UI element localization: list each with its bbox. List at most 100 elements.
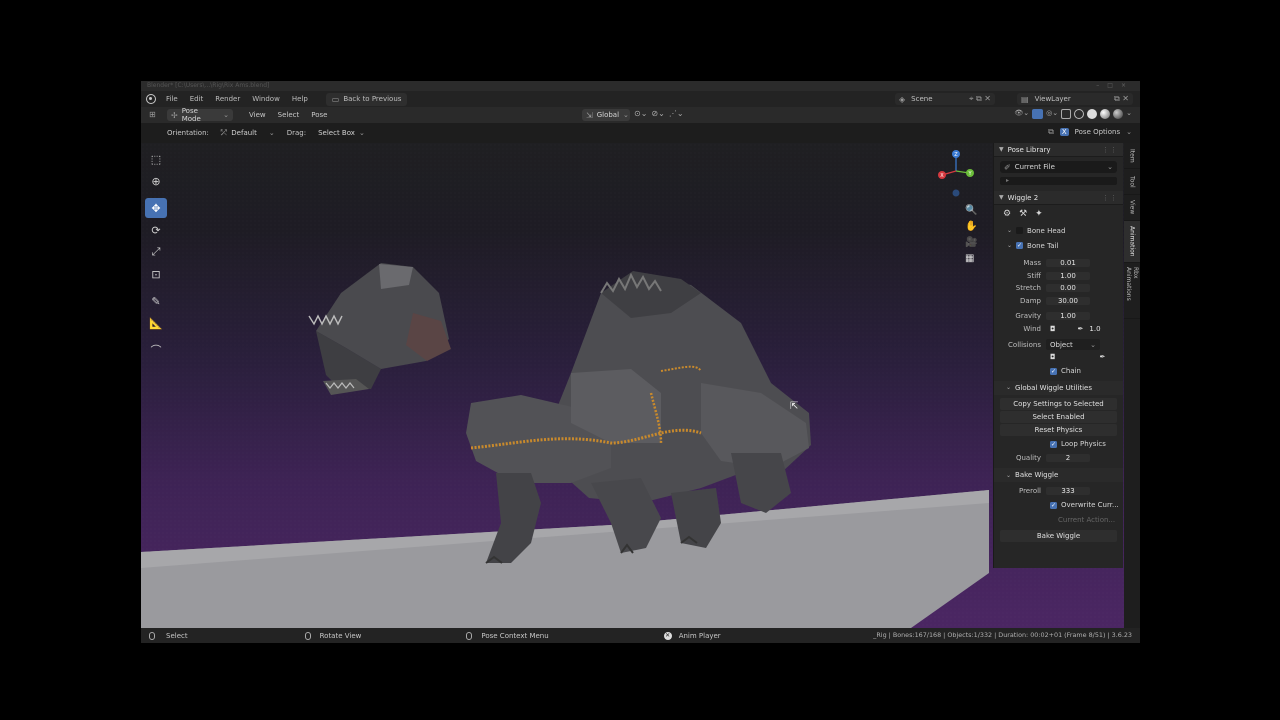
menu-file[interactable]: File bbox=[160, 95, 184, 103]
wireframe-shading-icon[interactable] bbox=[1074, 109, 1085, 119]
drag-dropdown[interactable]: Select Box ⌄ bbox=[312, 128, 371, 138]
chain-checkbox[interactable]: ✓ bbox=[1050, 367, 1057, 375]
status-anim-player[interactable]: ✕ Anim Player bbox=[663, 631, 721, 640]
menu-pose[interactable]: Pose bbox=[305, 111, 333, 119]
select-enabled-button[interactable]: Select Enabled bbox=[1000, 410, 1117, 423]
overwrite-row[interactable]: ✓ Overwrite Curr... bbox=[994, 498, 1123, 513]
pose-options[interactable]: ⧉ X Pose Options ⌄ bbox=[1048, 127, 1132, 137]
tab-view[interactable]: View bbox=[1124, 195, 1140, 221]
pose-library-dropdown[interactable]: ✐ Current File ⌄ bbox=[1000, 161, 1117, 173]
xray-icon[interactable] bbox=[1061, 109, 1072, 119]
tab-rbx-animations[interactable]: Rbx Animations bbox=[1124, 263, 1140, 319]
bone-tail-row[interactable]: ⌄ ✓ Bone Tail bbox=[994, 238, 1123, 253]
chevron-down-icon: ⌄ bbox=[1107, 163, 1113, 171]
viewlayer-selector[interactable]: ▤ ViewLayer ⧉ ✕ bbox=[1017, 93, 1133, 105]
orientation-dropdown[interactable]: ⤱ Default ⌄ bbox=[215, 127, 281, 139]
snap-icon[interactable]: ⊘⌄ bbox=[651, 109, 664, 118]
status-bar: Select Rotate View Pose Context Menu ✕ A… bbox=[141, 628, 1140, 643]
solid-shading-icon[interactable] bbox=[1087, 109, 1098, 119]
collisions-dropdown[interactable]: Object ⌄ bbox=[1046, 339, 1100, 350]
blender-logo-icon[interactable] bbox=[146, 94, 156, 104]
bone-tool-icon[interactable]: ✦ bbox=[1035, 209, 1043, 219]
wiggle-header[interactable]: ▼ Wiggle 2 ⋮⋮ bbox=[994, 191, 1123, 205]
chain-row[interactable]: ✓ Chain bbox=[994, 364, 1123, 379]
preroll-field[interactable]: 333 bbox=[1046, 487, 1090, 496]
rotate-tool-icon[interactable]: ⟳ bbox=[145, 220, 167, 240]
bake-wiggle-header[interactable]: ⌄ Bake Wiggle bbox=[994, 468, 1123, 482]
transform-orientation-selector[interactable]: ⇲ Global ⌄ bbox=[582, 109, 630, 121]
collisions-label: Collisions bbox=[1008, 340, 1041, 349]
menu-view[interactable]: View bbox=[243, 111, 272, 119]
chevron-down-icon[interactable]: ⌄ bbox=[1126, 109, 1132, 119]
drag-handle-icon[interactable]: ⋮⋮ bbox=[1102, 146, 1118, 154]
scene-selector[interactable]: ◈ Scene ⌖ ⧉ ✕ bbox=[895, 93, 995, 105]
collision-object-icon[interactable]: ◘ bbox=[1050, 353, 1056, 361]
navigation-gizmo[interactable]: Z Y X bbox=[936, 149, 976, 199]
reset-physics-button[interactable]: Reset Physics bbox=[1000, 423, 1117, 436]
bone-head-checkbox[interactable] bbox=[1016, 227, 1024, 234]
menu-window[interactable]: Window bbox=[246, 95, 286, 103]
transform-tool-icon[interactable]: ⊡ bbox=[145, 264, 167, 284]
pin-icon[interactable]: ⌖ ⧉ ✕ bbox=[969, 94, 991, 104]
window-controls[interactable]: –□× bbox=[1096, 81, 1134, 91]
tab-tool[interactable]: Tool bbox=[1124, 169, 1140, 195]
global-wiggle-utilities-header[interactable]: ⌄ Global Wiggle Utilities bbox=[994, 380, 1123, 395]
copy-settings-button[interactable]: Copy Settings to Selected bbox=[1000, 397, 1117, 410]
menu-edit[interactable]: Edit bbox=[184, 95, 210, 103]
3d-viewport[interactable]: ⬚ ⊕ ✥ ⟳ ⤢ ⊡ ✎ 📐 ⌒ Z Y X 🔍 ✋ 🎥 ▦ ⇱ bbox=[141, 143, 1140, 628]
stretch-field[interactable]: 0.00 bbox=[1046, 284, 1090, 293]
overwrite-checkbox[interactable]: ✓ bbox=[1050, 501, 1057, 509]
tab-item[interactable]: Item bbox=[1124, 143, 1140, 169]
close-icon[interactable]: ✕ bbox=[663, 631, 672, 640]
bone-tail-checkbox[interactable]: ✓ bbox=[1016, 242, 1024, 249]
wind-value[interactable]: 1.0 bbox=[1089, 325, 1100, 333]
gizmo-toggle-icon[interactable] bbox=[1032, 109, 1044, 119]
annotate-tool-icon[interactable]: ✎ bbox=[145, 291, 167, 311]
select-box-tool-icon[interactable]: ⬚ bbox=[145, 149, 167, 169]
editor-type-icon[interactable]: ⊞ bbox=[149, 110, 156, 119]
eyedropper-icon[interactable]: ✒ bbox=[1100, 353, 1106, 361]
zoom-icon[interactable]: 🔍 bbox=[965, 205, 977, 216]
cursor-tool-icon[interactable]: ⊕ bbox=[145, 171, 167, 191]
measure-tool-icon[interactable]: 📐 bbox=[145, 313, 167, 333]
bone-head-row[interactable]: ⌄ Bone Head bbox=[994, 223, 1123, 238]
neg-z-axis-icon[interactable] bbox=[952, 189, 960, 197]
mass-field[interactable]: 0.01 bbox=[1046, 259, 1090, 268]
x-mirror-icon[interactable]: X bbox=[1059, 128, 1069, 136]
copy-icon[interactable]: ⧉ ✕ bbox=[1114, 94, 1129, 104]
visibility-icon[interactable]: 👁⌄ bbox=[1014, 109, 1029, 119]
drag-handle-icon[interactable]: ⋮⋮ bbox=[1102, 194, 1118, 202]
gravity-field[interactable]: 1.00 bbox=[1046, 312, 1090, 321]
scale-tool-icon[interactable]: ⤢ bbox=[145, 242, 167, 262]
tab-animation[interactable]: Animation bbox=[1124, 221, 1140, 263]
grid-view-icon[interactable]: ▦ bbox=[965, 253, 977, 264]
rendered-shading-icon[interactable] bbox=[1113, 109, 1124, 119]
wind-object-icon[interactable]: ◘ bbox=[1050, 325, 1056, 333]
loop-physics-checkbox[interactable]: ✓ bbox=[1050, 440, 1057, 448]
move-tool-icon[interactable]: ✥ bbox=[145, 198, 167, 218]
eyedropper-icon[interactable]: ✒ bbox=[1078, 325, 1084, 333]
menu-render[interactable]: Render bbox=[209, 95, 246, 103]
back-to-previous-button[interactable]: ▭ Back to Previous bbox=[325, 92, 408, 106]
mode-selector[interactable]: ✢ Pose Mode ⌄ bbox=[167, 107, 233, 123]
symmetry-icon[interactable]: ⧉ bbox=[1048, 127, 1054, 137]
pose-tool-icon[interactable]: ⌒ bbox=[145, 340, 167, 360]
pan-hand-icon[interactable]: ✋ bbox=[965, 221, 977, 232]
overlay-icon[interactable]: ◎⌄ bbox=[1046, 109, 1058, 119]
camera-icon[interactable]: 🎥 bbox=[965, 237, 977, 248]
bone-wiggle-icon[interactable]: ⚙ bbox=[1003, 209, 1011, 219]
menu-select[interactable]: Select bbox=[272, 111, 306, 119]
proportional-icon[interactable]: ⋰⌄ bbox=[669, 109, 684, 118]
pose-library-assets[interactable]: ▸ bbox=[1000, 177, 1117, 185]
pose-library-header[interactable]: ▼ Pose Library ⋮⋮ bbox=[994, 143, 1123, 157]
loop-physics-row[interactable]: ✓ Loop Physics bbox=[994, 437, 1123, 452]
pivot-icon[interactable]: ⊙⌄ bbox=[634, 109, 647, 118]
damp-field[interactable]: 30.00 bbox=[1046, 296, 1090, 305]
material-shading-icon[interactable] bbox=[1100, 109, 1111, 119]
stiff-field[interactable]: 1.00 bbox=[1046, 271, 1090, 280]
quality-field[interactable]: 2 bbox=[1046, 453, 1090, 462]
pivot-snap-icons[interactable]: ⊙⌄ ⊘⌄ ⋰⌄ bbox=[634, 109, 684, 118]
bake-wiggle-button[interactable]: Bake Wiggle bbox=[1000, 529, 1117, 542]
menu-help[interactable]: Help bbox=[286, 95, 314, 103]
bone-select-icon[interactable]: ⚒ bbox=[1019, 209, 1027, 219]
